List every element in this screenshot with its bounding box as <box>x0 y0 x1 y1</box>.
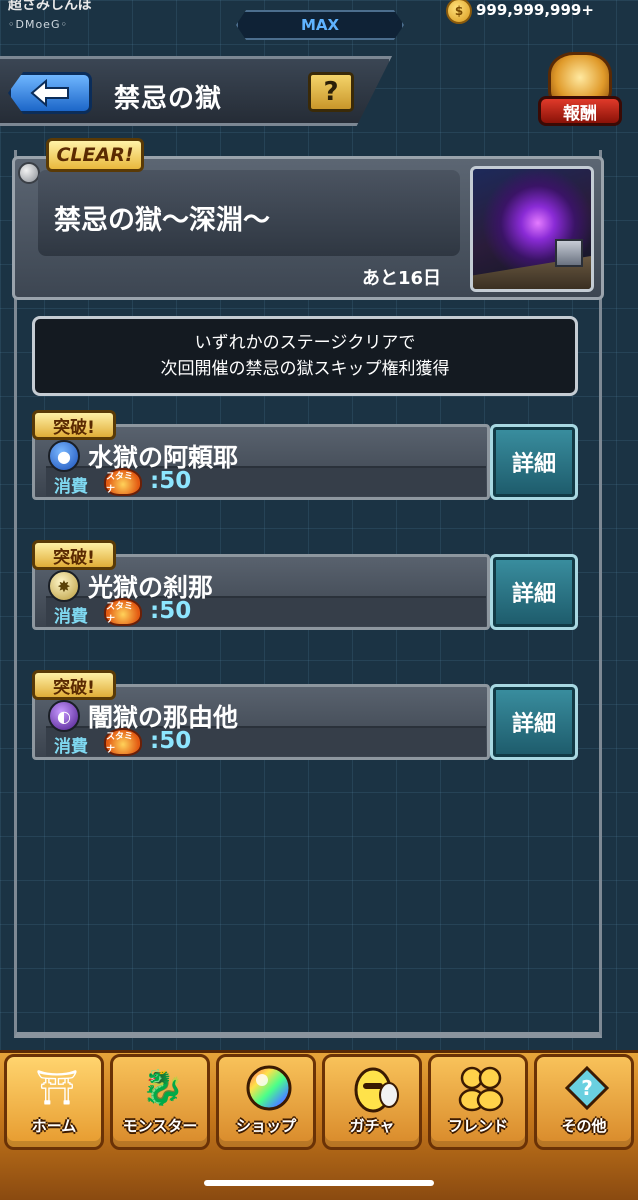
home-indicator[interactable] <box>204 1180 434 1186</box>
breakthrough-badge: 突破! <box>32 410 116 440</box>
back-button[interactable] <box>8 72 92 114</box>
svg-text:?: ? <box>581 1076 593 1100</box>
cost-label: 消費 <box>54 737 88 757</box>
player-tag: ◦DMoeG◦ <box>8 18 68 31</box>
stamina-cost: :50 <box>150 468 192 494</box>
nav-gacha[interactable]: ガチャ <box>322 1054 422 1150</box>
dungeon-thumbnail <box>470 166 594 292</box>
stamina-icon: スタミナ <box>104 468 142 496</box>
egg-icon <box>349 1063 401 1113</box>
light-icon: ✸ <box>48 570 80 602</box>
stamina-cost: :50 <box>150 728 192 754</box>
breakthrough-badge: 突破! <box>32 670 116 700</box>
cost-label: 消費 <box>54 477 88 497</box>
status-bar: 超さみしんぼ ◦DMoeG◦ MAX $ 999,999,999+ <box>0 0 638 46</box>
nav-home[interactable]: ⛩ ホーム <box>4 1054 104 1150</box>
nav-label: ショップ <box>235 1117 296 1135</box>
thumbnail-block <box>555 239 583 267</box>
monster-icon: 🐉 <box>141 1068 185 1108</box>
coin-icon: $ <box>446 0 472 24</box>
pin-icon <box>18 162 40 184</box>
nav-label: フレンド <box>447 1117 508 1135</box>
rank-label: MAX <box>300 16 340 34</box>
help-button[interactable]: ? <box>308 72 354 112</box>
orb-icon <box>243 1063 295 1113</box>
coin-count: 999,999,999+ <box>476 1 594 19</box>
breakthrough-badge: 突破! <box>32 540 116 570</box>
nav-label: モンスター <box>122 1117 198 1135</box>
stamina-icon: スタミナ <box>104 598 142 626</box>
other-icon: ? <box>561 1063 613 1113</box>
back-arrow-icon <box>30 79 69 107</box>
nav-monster[interactable]: 🐉 モンスター <box>110 1054 210 1150</box>
stamina-icon: スタミナ <box>104 728 142 756</box>
stage-row[interactable]: 突破! ◐ 闇獄の那由他 消費 スタミナ :50 詳細 <box>32 670 578 762</box>
cost-label: 消費 <box>54 607 88 627</box>
water-icon: ● <box>48 440 80 472</box>
home-gate-icon: ⛩ <box>35 1068 79 1108</box>
clear-badge: CLEAR! <box>46 138 144 172</box>
detail-button[interactable]: 詳細 <box>490 684 578 760</box>
rank-gauge: MAX <box>236 10 404 40</box>
page-title: 禁忌の獄 <box>114 84 223 114</box>
stage-row[interactable]: 突破! ✸ 光獄の刹那 消費 スタミナ :50 詳細 <box>32 540 578 632</box>
player-name: 超さみしんぼ <box>8 0 92 13</box>
dark-icon: ◐ <box>48 700 80 732</box>
nav-label: その他 <box>561 1117 607 1135</box>
info-line-2: 次回開催の禁忌の獄スキップ権利獲得 <box>160 359 450 379</box>
nav-other[interactable]: ? その他 <box>534 1054 634 1150</box>
dungeon-title: 禁忌の獄～深淵～ <box>54 205 270 236</box>
info-line-1: いずれかのステージクリアで <box>194 333 416 353</box>
remaining-days: あと16日 <box>362 268 442 289</box>
stamina-cost: :50 <box>150 598 192 624</box>
friend-icon <box>455 1063 507 1113</box>
detail-button[interactable]: 詳細 <box>490 554 578 630</box>
detail-button[interactable]: 詳細 <box>490 424 578 500</box>
nav-label: ホーム <box>31 1117 77 1135</box>
reward-button[interactable]: 報酬 <box>538 52 622 130</box>
info-box: いずれかのステージクリアで 次回開催の禁忌の獄スキップ権利獲得 <box>32 316 578 396</box>
nav-friend[interactable]: フレンド <box>428 1054 528 1150</box>
nav-label: ガチャ <box>349 1117 395 1135</box>
nav-shop[interactable]: ショップ <box>216 1054 316 1150</box>
reward-label: 報酬 <box>538 96 622 126</box>
stage-row[interactable]: 突破! ● 水獄の阿頼耶 消費 スタミナ :50 詳細 <box>32 410 578 502</box>
